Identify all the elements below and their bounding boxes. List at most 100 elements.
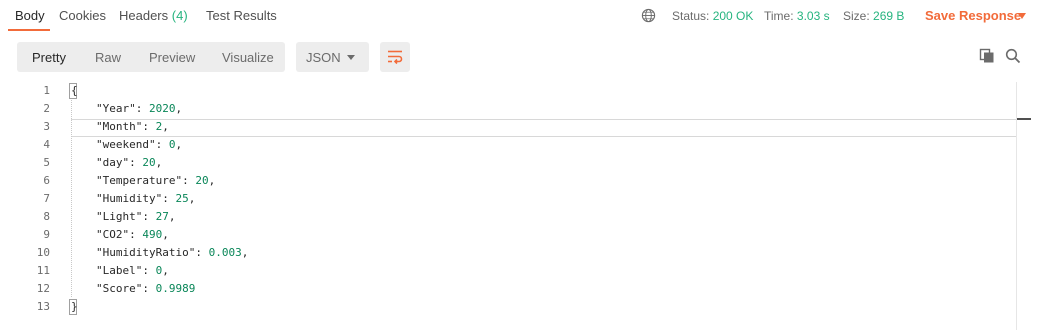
tab-body[interactable]: Body — [15, 8, 45, 23]
wrap-lines-button[interactable] — [380, 42, 410, 72]
json-colon: : — [129, 156, 143, 169]
json-key: "day" — [96, 156, 130, 169]
json-key: "Year" — [96, 102, 136, 115]
tab-headers-count: (4) — [171, 8, 188, 23]
view-preview-button[interactable]: Preview — [149, 50, 195, 65]
json-comma: , — [188, 192, 196, 205]
json-value: 27 — [155, 210, 169, 223]
tab-headers-label: Headers — [119, 8, 169, 23]
line-number: 7 — [43, 192, 50, 205]
json-comma: , — [208, 174, 216, 187]
response-tab-bar: Body Cookies Headers (4) Test Results St… — [0, 0, 1041, 32]
json-value: 20 — [142, 156, 156, 169]
view-pretty-button[interactable]: Pretty — [32, 50, 66, 65]
json-colon: : — [155, 138, 169, 151]
json-colon: : — [142, 282, 156, 295]
json-key: "Light" — [96, 210, 143, 223]
open-brace: { — [71, 84, 78, 97]
code-line: "day": 20, — [96, 156, 162, 169]
json-colon: : — [195, 246, 209, 259]
json-key: "Month" — [96, 120, 143, 133]
format-select-value: JSON — [306, 50, 341, 65]
tab-headers[interactable]: Headers (4) — [119, 8, 188, 23]
code-line: "Humidity": 25, — [96, 192, 195, 205]
json-value: 0.9989 — [155, 282, 196, 295]
status-value: 200 OK — [712, 9, 754, 23]
line-number: 2 — [43, 102, 50, 115]
json-comma: , — [175, 138, 183, 151]
status-info[interactable]: Status: 200 OK — [672, 9, 753, 23]
json-key: "Label" — [96, 264, 143, 277]
search-icon[interactable] — [1005, 48, 1021, 64]
line-number: 6 — [43, 174, 50, 187]
json-comma: , — [162, 120, 169, 133]
code-line: "Year": 2020, — [96, 102, 182, 115]
code-line: { — [71, 84, 78, 97]
json-comma: , — [241, 246, 249, 259]
json-value: 25 — [175, 192, 189, 205]
line-number: 4 — [43, 138, 50, 151]
time-label: Time: — [764, 9, 794, 23]
json-key: "weekend" — [96, 138, 156, 151]
json-value: 2020 — [149, 102, 176, 115]
json-colon: : — [142, 264, 156, 277]
json-comma: , — [162, 228, 169, 241]
line-number: 3 — [43, 120, 50, 133]
line-number: 5 — [43, 156, 50, 169]
size-info[interactable]: Size: 269 B — [843, 9, 904, 23]
code-line: "Light": 27, — [96, 210, 175, 223]
wrap-lines-icon — [388, 50, 403, 65]
json-comma: , — [168, 210, 176, 223]
chevron-down-icon — [347, 55, 355, 60]
json-value: 0.003 — [208, 246, 242, 259]
json-comma: , — [155, 156, 163, 169]
active-tab-indicator — [8, 29, 50, 31]
format-select[interactable]: JSON — [296, 42, 369, 72]
close-brace: } — [71, 300, 78, 313]
time-value: 3.03 s — [796, 9, 830, 23]
tab-test-results[interactable]: Test Results — [206, 8, 277, 23]
indent-guide — [71, 100, 72, 297]
copy-icon[interactable] — [979, 48, 995, 64]
json-colon: : — [129, 228, 143, 241]
json-key: "Temperature" — [96, 174, 183, 187]
json-colon: : — [142, 210, 156, 223]
code-line: "Score": 0.9989 — [96, 282, 195, 295]
code-line: "Temperature": 20, — [96, 174, 215, 187]
code-line: } — [71, 300, 78, 313]
json-colon: : — [142, 120, 156, 133]
code-line: "Month": 2, — [96, 120, 169, 133]
line-number: 1 — [43, 84, 50, 97]
line-number: 11 — [36, 264, 50, 277]
scrollbar-cursor-marker — [1017, 118, 1031, 120]
chevron-down-icon[interactable] — [1018, 13, 1026, 19]
line-number: 12 — [36, 282, 50, 295]
current-line-highlight — [71, 119, 1017, 137]
time-info[interactable]: Time: 3.03 s — [764, 9, 830, 23]
size-label: Size: — [843, 9, 870, 23]
tab-cookies[interactable]: Cookies — [59, 8, 106, 23]
size-value: 269 B — [873, 9, 905, 23]
status-label: Status: — [672, 9, 710, 23]
json-comma: , — [175, 102, 183, 115]
json-key: "HumidityRatio" — [96, 246, 196, 259]
line-number: 9 — [43, 228, 50, 241]
code-line: "Label": 0, — [96, 264, 169, 277]
line-number: 13 — [36, 300, 50, 313]
line-number: 8 — [43, 210, 50, 223]
view-mode-group: Pretty Raw Preview Visualize — [17, 42, 285, 72]
json-key: "CO2" — [96, 228, 130, 241]
save-response-button[interactable]: Save Response — [925, 8, 1021, 23]
json-value: 490 — [142, 228, 163, 241]
json-colon: : — [182, 174, 196, 187]
view-raw-button[interactable]: Raw — [95, 50, 121, 65]
line-number: 10 — [36, 246, 50, 259]
code-line: "CO2": 490, — [96, 228, 169, 241]
code-line: "weekend": 0, — [96, 138, 182, 151]
globe-icon[interactable] — [641, 8, 656, 23]
json-colon: : — [135, 102, 149, 115]
json-value: 20 — [195, 174, 209, 187]
json-key: "Score" — [96, 282, 143, 295]
json-key: "Humidity" — [96, 192, 163, 205]
view-visualize-button[interactable]: Visualize — [222, 50, 274, 65]
